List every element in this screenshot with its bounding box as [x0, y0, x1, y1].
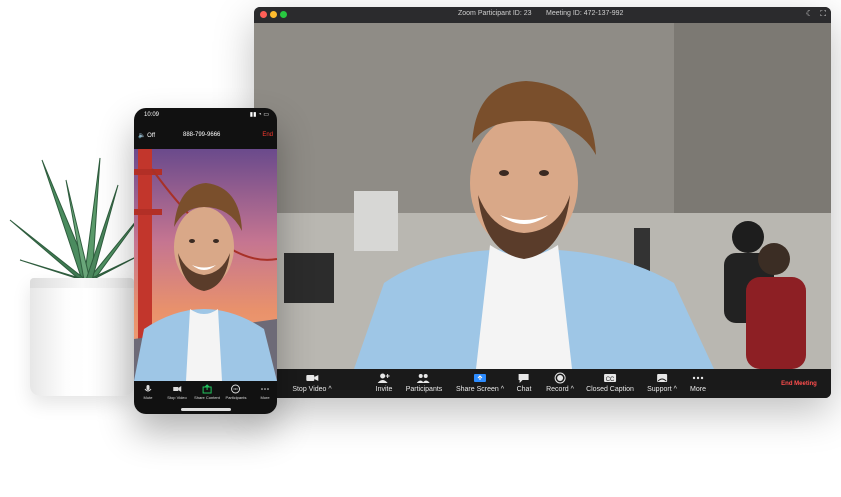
chat-button[interactable]: Chat: [516, 372, 532, 393]
window-titlebar: Zoom Participant ID: 23 Meeting ID: 472-…: [254, 7, 831, 23]
phone-more-button[interactable]: More: [260, 384, 270, 400]
participants-icon: [226, 384, 247, 394]
end-call-button[interactable]: End: [262, 132, 273, 138]
participants-button[interactable]: Participants: [405, 372, 443, 393]
home-indicator[interactable]: [181, 408, 231, 411]
phone-video-feed: [134, 149, 277, 381]
maximize-window-button[interactable]: [280, 11, 287, 18]
phone-status-bar: 10:09 ▮▮ ◔ ▭: [134, 108, 277, 122]
share-content-button[interactable]: Share Content: [194, 384, 220, 400]
end-meeting-button[interactable]: End Meeting: [775, 378, 823, 390]
closed-caption-label: Closed Caption: [586, 386, 634, 393]
signal-wifi-battery-icon: ▮▮ ◔ ▭: [249, 112, 269, 118]
invite-button[interactable]: Invite: [375, 372, 393, 393]
svg-text:CC: CC: [606, 377, 615, 383]
video-camera-icon: [292, 372, 331, 384]
closed-caption-icon: CC: [586, 372, 634, 384]
phone-number: 888-799-9666: [183, 132, 221, 138]
stop-video-label: Stop Video ^: [292, 386, 332, 393]
speaker-icon: 🔈: [138, 133, 146, 139]
phone-meeting-view: 10:09 ▮▮ ◔ ▭ 🔈 Off 888-799-9666 End Mute…: [134, 108, 277, 414]
record-icon: [546, 372, 574, 384]
share-icon: [194, 384, 220, 394]
meeting-id: Meeting ID: 472-137-992: [546, 10, 624, 17]
moon-icon[interactable]: ☾: [806, 9, 813, 18]
phone-stop-video-button[interactable]: Stop Video: [167, 384, 187, 400]
phone-participants-label: Participants: [225, 395, 247, 400]
status-time: 10:09: [144, 112, 160, 118]
decorative-plant: [0, 140, 150, 410]
share-screen-button[interactable]: Share Screen ^: [456, 372, 504, 393]
more-dots-icon: [690, 372, 706, 384]
invite-label: Invite: [375, 386, 393, 393]
phone-header: 🔈 Off 888-799-9666 End: [134, 122, 277, 149]
support-icon: [647, 372, 677, 384]
chat-bubble-icon: [517, 372, 532, 384]
main-video-feed: [254, 23, 831, 369]
stop-video-button[interactable]: Stop Video ^: [292, 372, 332, 393]
record-label: Record ^: [546, 386, 574, 393]
desktop-toolbar: Stop Video ^ Invite Participants Share S…: [254, 369, 831, 398]
participants-icon: [406, 372, 443, 384]
mute-button[interactable]: Mute: [143, 384, 153, 400]
share-screen-icon: [456, 372, 504, 384]
desktop-meeting-window: Zoom Participant ID: 23 Meeting ID: 472-…: [254, 7, 831, 398]
participant-id: Zoom Participant ID: 23: [458, 10, 532, 17]
succulent-leaves: [9, 157, 146, 281]
support-label: Support ^: [647, 386, 677, 393]
phone-participants-button[interactable]: Participants: [225, 384, 247, 400]
participants-label: Participants: [405, 386, 443, 393]
record-button[interactable]: Record ^: [546, 372, 574, 393]
mute-label: Mute: [143, 395, 153, 400]
add-person-icon: [376, 372, 393, 384]
video-camera-icon: [167, 384, 187, 394]
support-button[interactable]: Support ^: [647, 372, 677, 393]
share-screen-label: Share Screen ^: [455, 386, 505, 393]
share-content-label: Share Content: [194, 395, 220, 400]
phone-more-label: More: [260, 395, 270, 400]
microphone-icon: [143, 384, 153, 394]
video-scene: [254, 23, 831, 369]
more-label: More: [690, 386, 706, 393]
fullscreen-icon[interactable]: ⛶: [820, 9, 826, 19]
minimize-window-button[interactable]: [270, 11, 277, 18]
more-button[interactable]: More: [690, 372, 706, 393]
phone-stop-video-label: Stop Video: [167, 395, 187, 400]
chat-label: Chat: [516, 386, 532, 393]
phone-toolbar: Mute Stop Video Share Content Participan…: [134, 381, 277, 414]
speaker-label: Off: [147, 133, 156, 139]
speaker-toggle[interactable]: 🔈 Off: [138, 132, 155, 139]
closed-caption-button[interactable]: CC Closed Caption: [586, 372, 634, 393]
phone-video-scene: [134, 149, 277, 381]
more-dots-icon: [260, 384, 270, 394]
plant-pot: [30, 278, 134, 396]
close-window-button[interactable]: [260, 11, 267, 18]
